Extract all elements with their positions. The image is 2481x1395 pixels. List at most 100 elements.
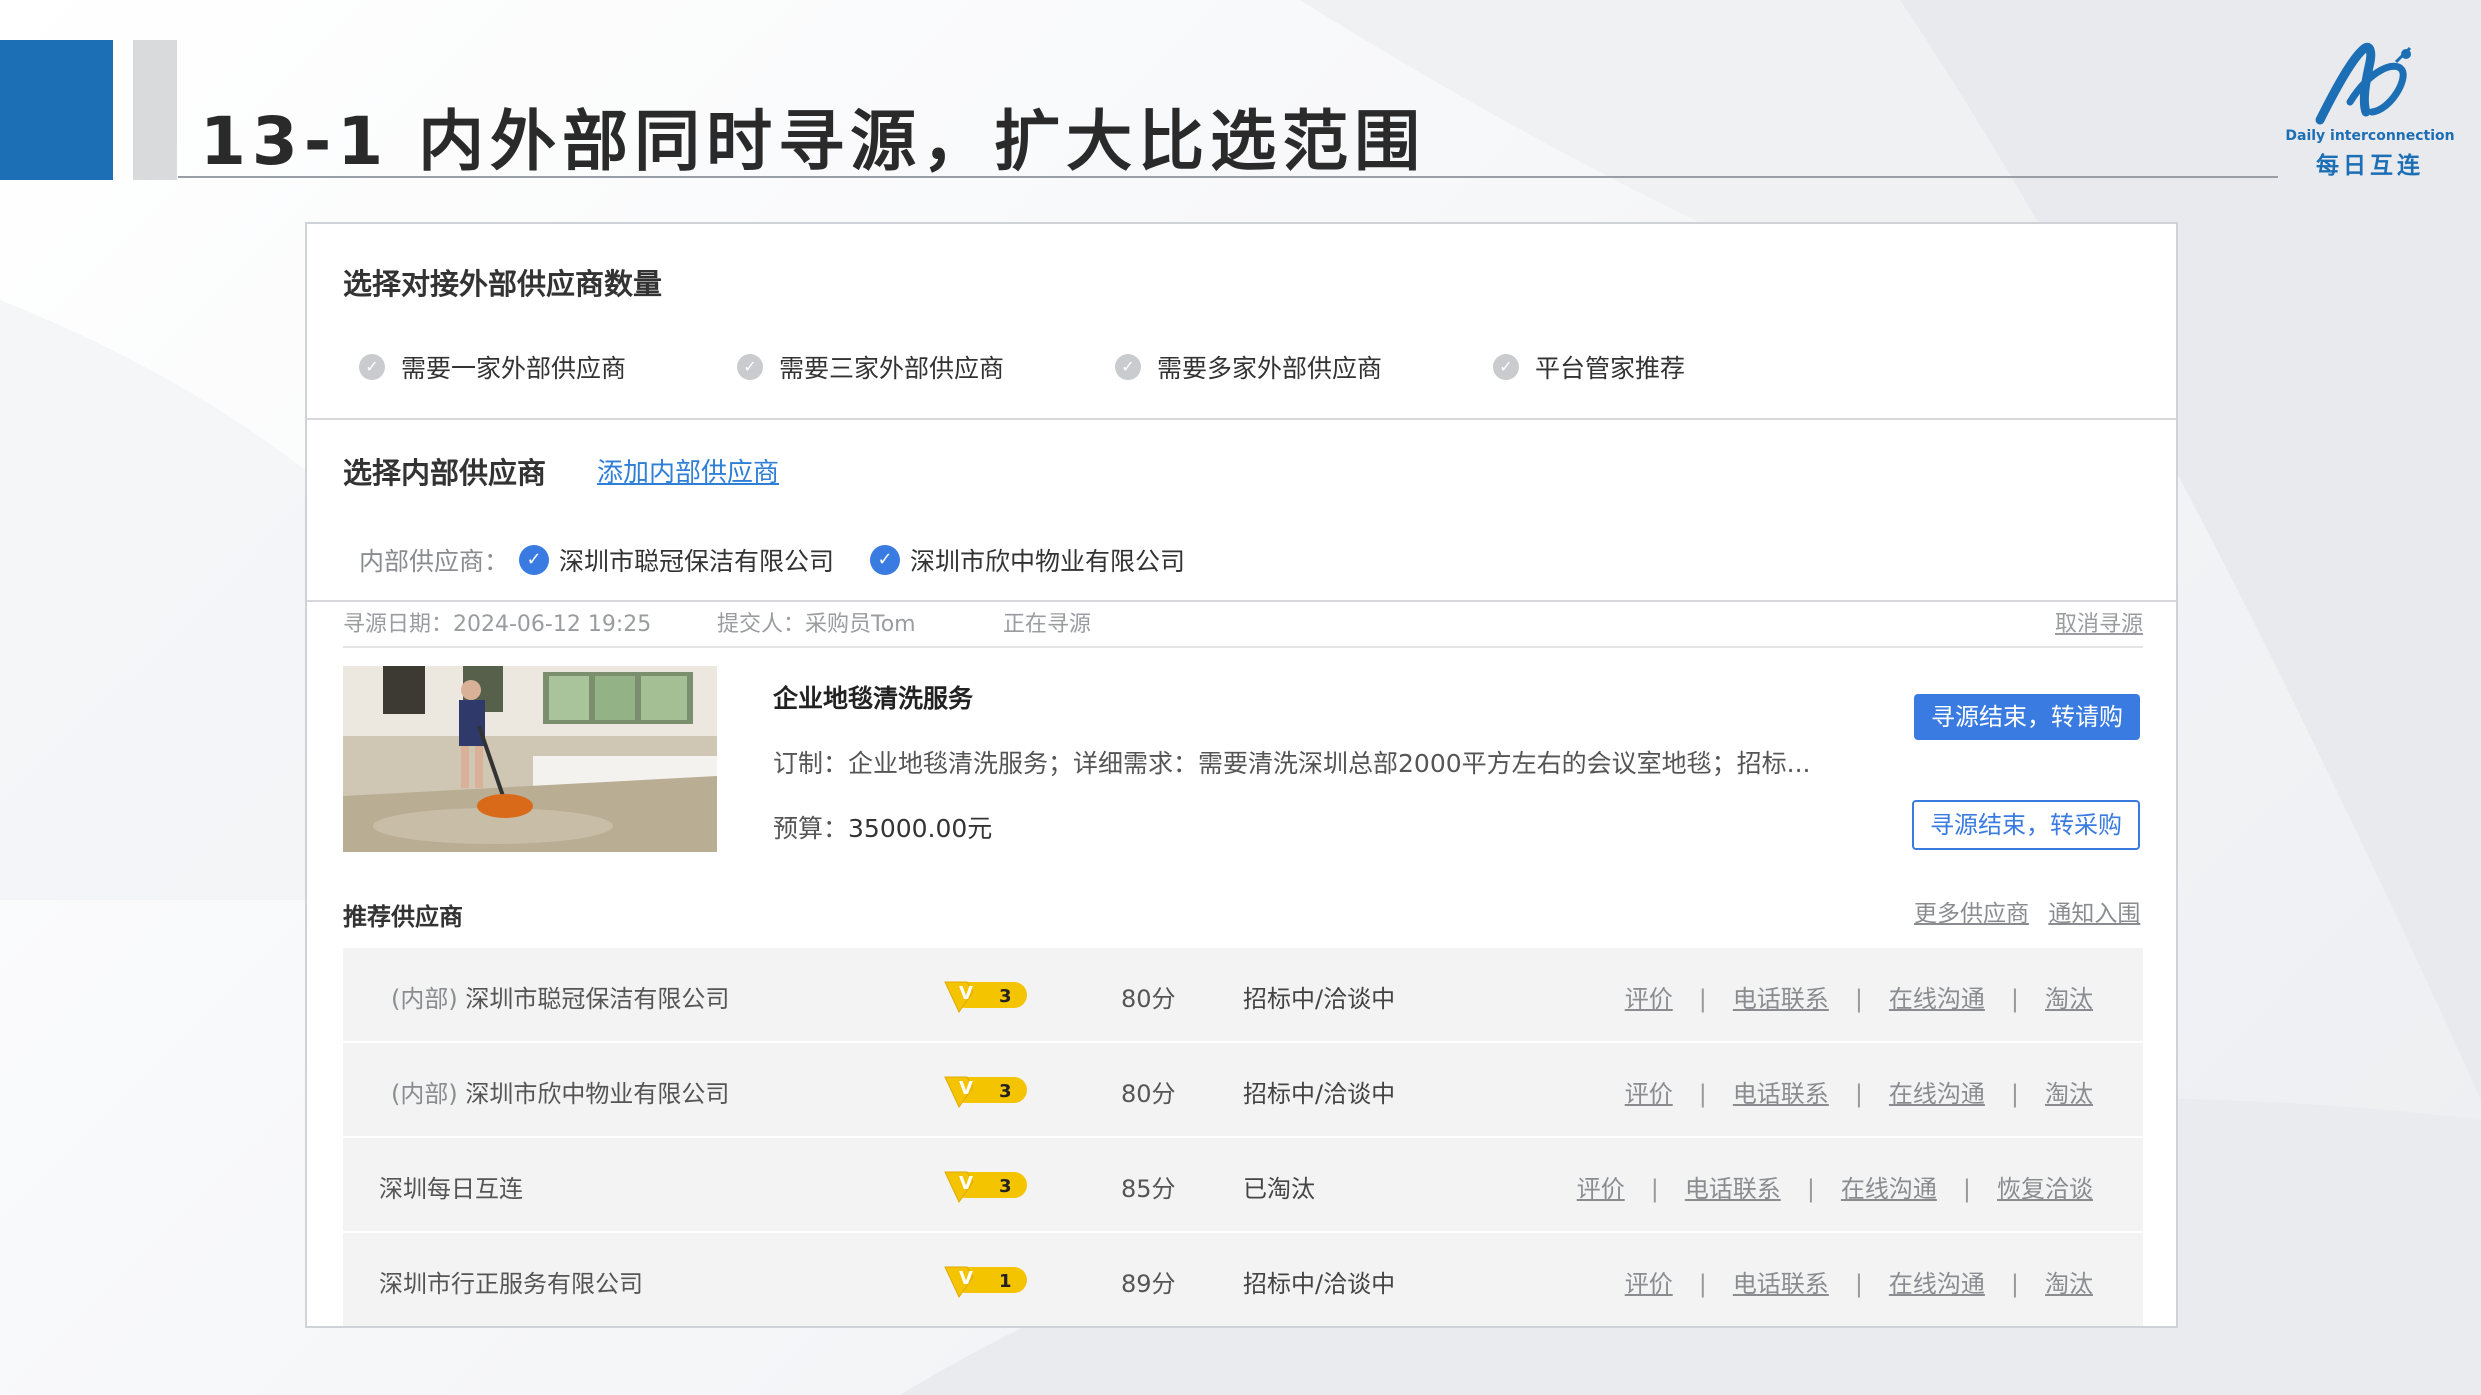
- cancel-sourcing-link[interactable]: 取消寻源: [2055, 606, 2143, 638]
- vip-level-badge-icon: V 3: [944, 1076, 1027, 1108]
- vip-level-text: 3: [999, 1081, 1012, 1102]
- supplier-status: 招标中/洽谈中: [1243, 1270, 1396, 1298]
- action-divider: |: [1854, 1270, 1863, 1298]
- option-platform-recommend[interactable]: ✓ 平台管家推荐: [1493, 349, 1871, 385]
- option-label: 需要三家外部供应商: [779, 354, 1005, 383]
- rate-link[interactable]: 评价: [1625, 1080, 1673, 1108]
- vip-level-badge-icon: V 3: [944, 1171, 1027, 1203]
- action-divider: |: [2010, 1270, 2019, 1298]
- notify-shortlist-link[interactable]: 通知入围: [2048, 901, 2140, 927]
- phone-contact-link[interactable]: 电话联系: [1733, 1080, 1829, 1108]
- action-divider: |: [2010, 1080, 2019, 1108]
- supplier-score: 80分: [1121, 1080, 1176, 1108]
- supplier-name-cell: 深圳市行正服务有限公司: [379, 1264, 643, 1299]
- action-divider: |: [1806, 1175, 1815, 1203]
- product-title: 企业地毯清洗服务: [773, 684, 974, 713]
- checked-icon[interactable]: ✓: [519, 545, 550, 575]
- phone-contact-link[interactable]: 电话联系: [1685, 1175, 1781, 1203]
- supplier-score: 89分: [1121, 1270, 1176, 1298]
- eliminate-link[interactable]: 淘汰: [2045, 1080, 2093, 1108]
- eliminate-link[interactable]: 淘汰: [2045, 985, 2093, 1013]
- action-divider: |: [1698, 985, 1707, 1013]
- slide-title: 13-1 内外部同时寻源，扩大比选范围: [200, 103, 1427, 180]
- brand-logo: Daily interconnection 每日互连: [2280, 40, 2460, 180]
- supplier-list: (内部) 深圳市聪冠保洁有限公司 V 3 80分 招标中/洽谈中 评价 | 电话联系…: [343, 948, 2143, 1326]
- supplier-actions: 评价 | 电话联系 | 在线沟通 | 淘汰: [1625, 1264, 2093, 1299]
- vip-level-badge-icon: V 3: [944, 981, 1027, 1013]
- budget-label: 预算：: [773, 814, 849, 843]
- supplier-score: 80分: [1121, 985, 1176, 1013]
- option-label: 需要一家外部供应商: [401, 354, 627, 383]
- supplier-status: 已淘汰: [1243, 1175, 1315, 1203]
- external-options: ✓ 需要一家外部供应商 ✓ 需要三家外部供应商 ✓ 需要多家外部供应商 ✓ 平台…: [359, 349, 1871, 385]
- logo-english-text: Daily interconnection: [2285, 128, 2455, 144]
- action-divider: |: [1854, 1080, 1863, 1108]
- action-divider: |: [1854, 985, 1863, 1013]
- radio-check-icon: ✓: [1493, 354, 1519, 380]
- logo-chinese-text: 每日互连: [2316, 153, 2424, 179]
- phone-contact-link[interactable]: 电话联系: [1733, 1270, 1829, 1298]
- rate-link[interactable]: 评价: [1625, 985, 1673, 1013]
- supplier-name-cell: (内部) 深圳市欣中物业有限公司: [391, 1074, 729, 1109]
- internal-section-heading: 选择内部供应商: [343, 456, 547, 490]
- product-description: 订制：企业地毯清洗服务；详细需求：需要清洗深圳总部2000平方左右的会议室地毯；…: [773, 749, 1811, 778]
- supplier-status: 招标中/洽谈中: [1243, 1080, 1396, 1108]
- internal-supplier-name: 深圳市聪冠保洁有限公司: [559, 547, 835, 576]
- vip-level-text: 1: [999, 1271, 1012, 1292]
- supplier-actions: 评价 | 电话联系 | 在线沟通 | 淘汰: [1625, 1074, 2093, 1109]
- end-sourcing-to-request-button[interactable]: 寻源结束，转请购: [1914, 694, 2140, 740]
- supplier-name-cell: (内部) 深圳市聪冠保洁有限公司: [391, 979, 729, 1014]
- phone-contact-link[interactable]: 电话联系: [1733, 985, 1829, 1013]
- svg-text:V: V: [959, 983, 973, 1004]
- product-budget: 预算：35000.00元: [773, 809, 992, 845]
- online-chat-link[interactable]: 在线沟通: [1841, 1175, 1937, 1203]
- online-chat-link[interactable]: 在线沟通: [1889, 1080, 1985, 1108]
- add-internal-supplier-link[interactable]: 添加内部供应商: [597, 452, 779, 489]
- submitter: 提交人：采购员Tom: [717, 612, 916, 637]
- option-three-external[interactable]: ✓ 需要三家外部供应商: [737, 349, 1115, 385]
- product-image: [343, 666, 717, 852]
- action-divider: |: [1698, 1080, 1707, 1108]
- logo-mark-icon: [2315, 42, 2412, 125]
- online-chat-link[interactable]: 在线沟通: [1889, 1270, 1985, 1298]
- supplier-tag: (内部): [391, 1080, 458, 1108]
- option-one-external[interactable]: ✓ 需要一家外部供应商: [359, 349, 737, 385]
- supplier-actions: 评价 | 电话联系 | 在线沟通 | 恢复洽谈: [1577, 1169, 2093, 1204]
- online-chat-link[interactable]: 在线沟通: [1889, 985, 1985, 1013]
- end-sourcing-to-purchase-button[interactable]: 寻源结束，转采购: [1912, 800, 2140, 850]
- svg-text:V: V: [959, 1078, 973, 1099]
- supplier-tag: (内部): [391, 985, 458, 1013]
- rate-link[interactable]: 评价: [1625, 1270, 1673, 1298]
- action-divider: |: [1962, 1175, 1971, 1203]
- vip-level-text: 3: [999, 1176, 1012, 1197]
- action-divider: |: [1698, 1270, 1707, 1298]
- external-supplier-section: 选择对接外部供应商数量 ✓ 需要一家外部供应商 ✓ 需要三家外部供应商 ✓ 需要…: [307, 224, 2176, 420]
- radio-check-icon: ✓: [737, 354, 763, 380]
- eliminate-link[interactable]: 淘汰: [2045, 1270, 2093, 1298]
- checked-icon[interactable]: ✓: [870, 545, 901, 575]
- title-divider: [178, 176, 2278, 178]
- supplier-name: 深圳市欣中物业有限公司: [465, 1080, 730, 1108]
- supplier-row: (内部) 深圳市欣中物业有限公司 V 3 80分 招标中/洽谈中 评价 | 电话联系…: [343, 1043, 2143, 1136]
- more-suppliers-link[interactable]: 更多供应商: [1914, 901, 2029, 927]
- supplier-actions: 评价 | 电话联系 | 在线沟通 | 淘汰: [1625, 979, 2093, 1014]
- supplier-score: 85分: [1121, 1175, 1176, 1203]
- svg-text:V: V: [959, 1268, 973, 1289]
- sourcing-date: 寻源日期：2024-06-12 19:25: [343, 612, 652, 637]
- supplier-status: 招标中/洽谈中: [1243, 985, 1396, 1013]
- supplier-name-cell: 深圳每日互连: [379, 1169, 523, 1204]
- supplier-row: 深圳每日互连 V 3 85分 已淘汰 评价 | 电话联系 | 在线沟通 | 恢复洽谈: [343, 1138, 2143, 1231]
- supplier-name: 深圳市行正服务有限公司: [379, 1270, 643, 1298]
- vip-level-badge-icon: V 1: [944, 1266, 1027, 1298]
- accent-grey-bar: [133, 40, 177, 180]
- action-divider: |: [1650, 1175, 1659, 1203]
- resume-negotiation-link[interactable]: 恢复洽谈: [1997, 1175, 2093, 1203]
- option-multiple-external[interactable]: ✓ 需要多家外部供应商: [1115, 349, 1493, 385]
- budget-value: 35000.00元: [848, 814, 993, 843]
- supplier-name: 深圳每日互连: [379, 1175, 523, 1203]
- external-section-heading: 选择对接外部供应商数量: [343, 267, 663, 301]
- supplier-row: 深圳市行正服务有限公司 V 1 89分 招标中/洽谈中 评价 | 电话联系 | 在线沟通…: [343, 1233, 2143, 1326]
- internal-supplier-list: 内部供应商： ✓ 深圳市聪冠保洁有限公司 ✓ 深圳市欣中物业有限公司: [359, 542, 1221, 578]
- recommended-suppliers-heading: 推荐供应商: [343, 903, 463, 931]
- rate-link[interactable]: 评价: [1577, 1175, 1625, 1203]
